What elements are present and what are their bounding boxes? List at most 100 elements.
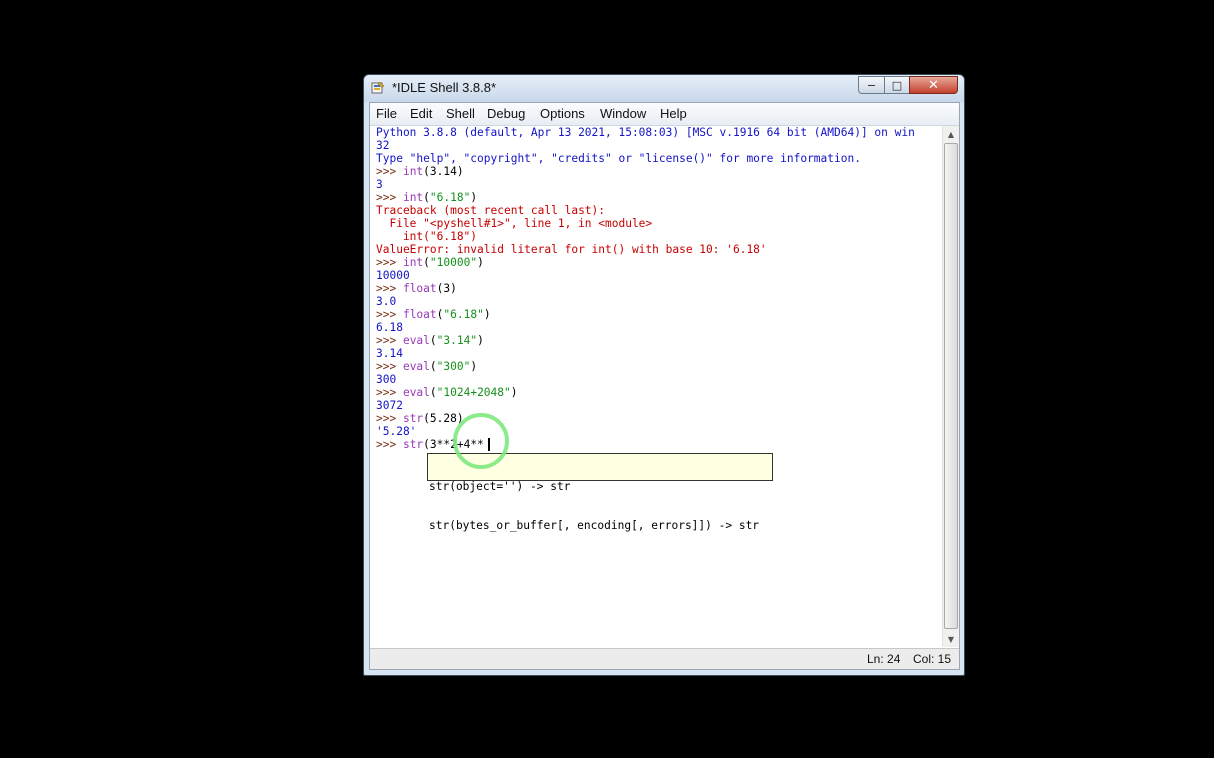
shell-token: "300" bbox=[436, 360, 471, 373]
shell-line: 10000 bbox=[376, 269, 915, 282]
shell-line: Python 3.8.8 (default, Apr 13 2021, 15:0… bbox=[376, 126, 915, 139]
shell-token: int("6.18") bbox=[376, 230, 478, 243]
shell-line: File "<pyshell#1>", line 1, in <module> bbox=[376, 217, 915, 230]
shell-token: 32 bbox=[376, 139, 390, 152]
shell-line: Traceback (most recent call last): bbox=[376, 204, 915, 217]
scroll-up-arrow-icon[interactable]: ▲ bbox=[943, 126, 959, 142]
shell-token: float bbox=[402, 282, 437, 295]
shell-line: 300 bbox=[376, 373, 915, 386]
shell-token: eval bbox=[402, 334, 430, 347]
maximize-icon: □ bbox=[891, 78, 903, 92]
shell-token: "6.18" bbox=[443, 308, 484, 321]
shell-token: >>> bbox=[376, 386, 403, 399]
shell-line: 3.0 bbox=[376, 295, 915, 308]
shell-text-area[interactable]: Python 3.8.8 (default, Apr 13 2021, 15:0… bbox=[370, 126, 942, 647]
menu-file[interactable]: File bbox=[376, 106, 397, 121]
shell-line: >>> int("10000") bbox=[376, 256, 915, 269]
shell-token: 10000 bbox=[376, 269, 410, 282]
shell-line: Type "help", "copyright", "credits" or "… bbox=[376, 152, 915, 165]
shell-token: float bbox=[402, 308, 437, 321]
shell-line: >>> int(3.14) bbox=[376, 165, 915, 178]
shell-token: >>> bbox=[376, 334, 403, 347]
shell-token: File "<pyshell#1>", line 1, in <module> bbox=[376, 217, 653, 230]
minimize-icon: − bbox=[866, 78, 877, 92]
shell-token: eval bbox=[402, 386, 430, 399]
python-app-icon bbox=[371, 81, 385, 94]
menu-help[interactable]: Help bbox=[660, 106, 687, 121]
shell-token: ValueError: invalid literal for int() wi… bbox=[376, 243, 767, 256]
shell-token: Traceback (most recent call last): bbox=[376, 204, 606, 217]
shell-token: >>> bbox=[376, 191, 403, 204]
close-button[interactable]: ✕ bbox=[909, 76, 958, 94]
scroll-down-arrow-icon[interactable]: ▼ bbox=[943, 631, 959, 647]
shell-line: 6.18 bbox=[376, 321, 915, 334]
window-title: *IDLE Shell 3.8.8* bbox=[392, 80, 497, 95]
shell-line: >>> int("6.18") bbox=[376, 191, 915, 204]
shell-token: 3.14 bbox=[376, 347, 403, 360]
shell-token: ) bbox=[477, 256, 484, 269]
shell-token: ) bbox=[483, 308, 491, 321]
shell-token: 300 bbox=[376, 373, 397, 386]
shell-line: >>> eval("300") bbox=[376, 360, 915, 373]
shell-token: ( bbox=[429, 334, 437, 347]
shell-token: ( bbox=[423, 256, 430, 269]
shell-token: 6.18 bbox=[376, 321, 403, 334]
shell-token: ) bbox=[470, 360, 478, 373]
calltip-line: str(object='') -> str bbox=[429, 480, 571, 493]
shell-client-area: File Edit Shell Debug Options Window Hel… bbox=[369, 102, 960, 670]
shell-token: ( bbox=[423, 191, 430, 204]
minimize-button[interactable]: − bbox=[858, 76, 885, 94]
shell-token: Python 3.8.8 (default, Apr 13 2021, 15:0… bbox=[376, 126, 915, 139]
menu-debug[interactable]: Debug bbox=[487, 106, 525, 121]
shell-output: Python 3.8.8 (default, Apr 13 2021, 15:0… bbox=[376, 126, 915, 451]
status-bar: Ln: 24 Col: 15 bbox=[370, 648, 959, 669]
shell-token: (5.28) bbox=[423, 412, 464, 425]
shell-token: >>> bbox=[376, 308, 403, 321]
menu-options[interactable]: Options bbox=[540, 106, 585, 121]
shell-line: 32 bbox=[376, 139, 915, 152]
idle-shell-window: *IDLE Shell 3.8.8* − □ ✕ File Edit Shell… bbox=[363, 74, 965, 676]
scrollbar-thumb[interactable] bbox=[944, 143, 958, 629]
shell-token: int bbox=[402, 256, 424, 269]
close-icon: ✕ bbox=[928, 77, 939, 93]
shell-token: str bbox=[402, 438, 424, 451]
maximize-button[interactable]: □ bbox=[884, 76, 910, 94]
menu-edit[interactable]: Edit bbox=[410, 106, 432, 121]
shell-token: ( bbox=[429, 386, 437, 399]
shell-token: ) bbox=[470, 191, 478, 204]
shell-token: ) bbox=[477, 334, 484, 347]
shell-line: >>> eval("3.14") bbox=[376, 334, 915, 347]
shell-token: >>> bbox=[376, 282, 403, 295]
shell-line: 3.14 bbox=[376, 347, 915, 360]
shell-line: >>> str(5.28) bbox=[376, 412, 915, 425]
shell-token: "6.18" bbox=[429, 191, 471, 204]
status-line: Ln: 24 bbox=[867, 652, 901, 666]
shell-line: 3 bbox=[376, 178, 915, 191]
shell-token: str bbox=[402, 412, 424, 425]
menu-bar: File Edit Shell Debug Options Window Hel… bbox=[370, 103, 959, 126]
calltip-line: str(bytes_or_buffer[, encoding[, errors]… bbox=[429, 519, 760, 532]
shell-token: int bbox=[402, 165, 424, 178]
shell-token: "3.14" bbox=[436, 334, 478, 347]
shell-token: (3) bbox=[436, 282, 457, 295]
shell-token: ) bbox=[510, 386, 518, 399]
shell-token: >>> bbox=[376, 360, 403, 373]
shell-token: '5.28' bbox=[376, 425, 417, 438]
menu-shell[interactable]: Shell bbox=[446, 106, 475, 121]
shell-line: >>> float("6.18") bbox=[376, 308, 915, 321]
shell-token: 3 bbox=[376, 178, 383, 191]
shell-token: Type "help", "copyright", "credits" or "… bbox=[376, 152, 861, 165]
status-column: Col: 15 bbox=[913, 652, 952, 666]
shell-token: ( bbox=[429, 360, 437, 373]
vertical-scrollbar[interactable]: ▲ ▼ bbox=[942, 126, 959, 647]
shell-line: >>> float(3) bbox=[376, 282, 915, 295]
shell-token: 3072 bbox=[376, 399, 403, 412]
shell-token: "1024+2048" bbox=[436, 386, 511, 399]
shell-line: ValueError: invalid literal for int() wi… bbox=[376, 243, 915, 256]
shell-line: 3072 bbox=[376, 399, 915, 412]
menu-window[interactable]: Window bbox=[600, 106, 646, 121]
shell-token: int bbox=[402, 191, 424, 204]
shell-line: int("6.18") bbox=[376, 230, 915, 243]
title-bar[interactable]: *IDLE Shell 3.8.8* − □ ✕ bbox=[364, 75, 964, 102]
shell-token: eval bbox=[402, 360, 430, 373]
